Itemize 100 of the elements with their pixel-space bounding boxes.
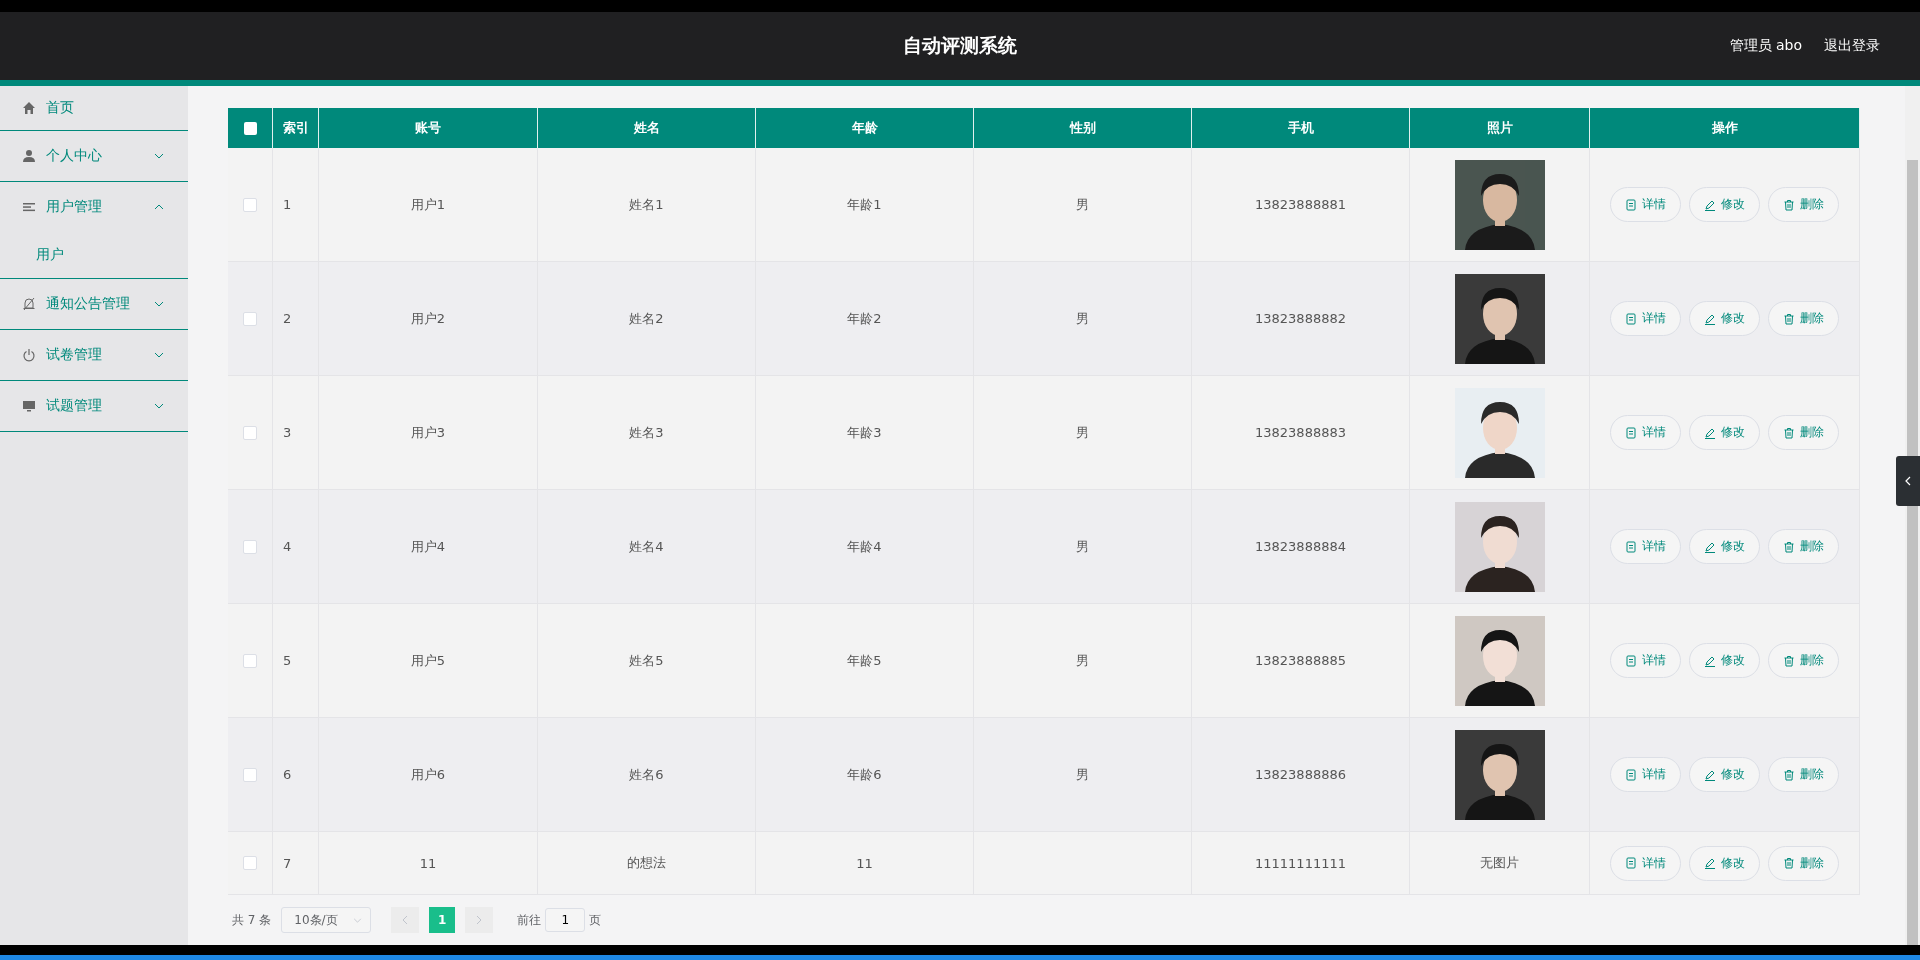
select-all-checkbox[interactable] <box>243 121 257 135</box>
table-cell: 男 <box>974 604 1192 718</box>
scrollbar-thumb[interactable] <box>1907 160 1918 945</box>
page-size-select[interactable]: 10条/页 <box>281 907 372 933</box>
home-icon <box>22 101 36 115</box>
delete-button[interactable]: 删除 <box>1768 643 1839 678</box>
table-cell: 的想法 <box>538 832 756 895</box>
document-icon <box>1625 426 1637 439</box>
trash-icon <box>1783 198 1795 211</box>
delete-button[interactable]: 删除 <box>1768 187 1839 222</box>
table-cell: 年龄3 <box>756 376 974 490</box>
next-page-button[interactable] <box>465 907 494 933</box>
collapse-tab[interactable] <box>1896 456 1920 506</box>
details-button[interactable]: 详情 <box>1610 845 1681 881</box>
details-button[interactable]: 详情 <box>1610 301 1681 336</box>
table-cell: 用户1 <box>319 148 538 262</box>
row-checkbox[interactable] <box>243 767 257 782</box>
trash-icon <box>1783 540 1795 553</box>
user-label: 管理员 abo <box>1729 37 1802 55</box>
submenu-item[interactable]: 用户 <box>0 232 188 278</box>
edit-button[interactable]: 修改 <box>1689 301 1760 336</box>
row-checkbox[interactable] <box>243 653 257 668</box>
table-cell: 姓名1 <box>538 148 756 262</box>
pencil-icon <box>1704 312 1716 325</box>
table-cell: 13823888885 <box>1192 604 1410 718</box>
details-button[interactable]: 详情 <box>1610 757 1681 792</box>
page-input[interactable]: 1 <box>545 908 586 932</box>
delete-button[interactable]: 删除 <box>1768 845 1839 881</box>
row-checkbox[interactable] <box>243 856 257 870</box>
pencil-icon <box>1704 426 1716 439</box>
document-icon <box>1625 540 1637 553</box>
table-cell: 用户4 <box>319 490 538 604</box>
trash-icon <box>1783 426 1795 439</box>
table-cell: 13823888883 <box>1192 376 1410 490</box>
edit-button[interactable]: 修改 <box>1689 187 1760 222</box>
table-cell: 男 <box>974 376 1192 490</box>
table-cell: 男 <box>974 148 1192 262</box>
trash-icon <box>1783 312 1795 325</box>
details-button[interactable]: 详情 <box>1610 529 1681 564</box>
document-icon <box>1625 198 1637 211</box>
column-header: 姓名 <box>538 108 756 148</box>
power-icon <box>22 348 36 362</box>
goto-label: 前往 <box>517 911 542 929</box>
pencil-icon <box>1704 198 1716 211</box>
page-button[interactable]: 1 <box>429 907 456 933</box>
edit-button[interactable]: 修改 <box>1689 643 1760 678</box>
table-cell: 姓名2 <box>538 262 756 376</box>
column-header: 操作 <box>1590 108 1860 148</box>
chevron-down-icon <box>353 917 363 923</box>
edit-button[interactable]: 修改 <box>1689 529 1760 564</box>
menu-item[interactable]: 用户管理 <box>0 182 188 232</box>
table-cell: 13823888882 <box>1192 262 1410 376</box>
table-cell: 11111111111 <box>1192 832 1410 895</box>
table-cell: 6 <box>273 718 319 832</box>
chevron-left-icon <box>402 915 409 925</box>
delete-button[interactable]: 删除 <box>1768 301 1839 336</box>
scrollbar[interactable] <box>1905 86 1920 945</box>
table-cell: 13823888881 <box>1192 148 1410 262</box>
total-count: 共 7 条 <box>232 911 272 929</box>
prev-page-button[interactable] <box>391 907 420 933</box>
table-cell: 姓名3 <box>538 376 756 490</box>
column-header: 索引 <box>273 108 319 148</box>
row-checkbox[interactable] <box>243 425 257 440</box>
row-checkbox[interactable] <box>243 539 257 554</box>
delete-button[interactable]: 删除 <box>1768 757 1839 792</box>
chevron-left-icon <box>1905 476 1911 486</box>
details-button[interactable]: 详情 <box>1610 415 1681 450</box>
table-cell: 姓名4 <box>538 490 756 604</box>
app-title: 自动评测系统 <box>903 33 1017 58</box>
table-cell: 年龄4 <box>756 490 974 604</box>
table-cell: 用户2 <box>319 262 538 376</box>
table-cell: 11 <box>756 832 974 895</box>
document-icon <box>1625 857 1637 869</box>
table-cell: 年龄6 <box>756 718 974 832</box>
delete-button[interactable]: 删除 <box>1768 415 1839 450</box>
table-cell: 年龄2 <box>756 262 974 376</box>
trash-icon <box>1783 768 1795 781</box>
pencil-icon <box>1704 654 1716 667</box>
table-cell: 1 <box>273 148 319 262</box>
document-icon <box>1625 654 1637 667</box>
document-icon <box>1625 768 1637 781</box>
user-icon <box>22 149 36 163</box>
table-cell: 无图片 <box>1410 832 1590 895</box>
details-button[interactable]: 详情 <box>1610 643 1681 678</box>
edit-button[interactable]: 修改 <box>1689 845 1760 881</box>
column-header: 年龄 <box>756 108 974 148</box>
pencil-icon <box>1704 540 1716 553</box>
edit-button[interactable]: 修改 <box>1689 757 1760 792</box>
row-checkbox[interactable] <box>243 197 257 212</box>
details-button[interactable]: 详情 <box>1610 187 1681 222</box>
delete-button[interactable]: 删除 <box>1768 529 1839 564</box>
pencil-icon <box>1704 768 1716 781</box>
table-cell: 2 <box>273 262 319 376</box>
table-cell: 3 <box>273 376 319 490</box>
edit-button[interactable]: 修改 <box>1689 415 1760 450</box>
logout-link[interactable]: 退出登录 <box>1824 37 1880 55</box>
page-suffix: 页 <box>589 911 602 929</box>
document-icon <box>1625 312 1637 325</box>
row-checkbox[interactable] <box>243 311 257 326</box>
table-cell: 男 <box>974 490 1192 604</box>
